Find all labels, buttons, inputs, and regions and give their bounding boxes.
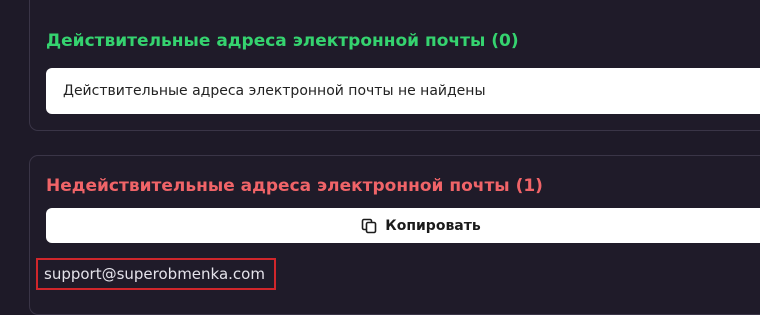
invalid-emails-panel: Недействительные адреса электронной почт… [29,155,760,315]
copy-button-content: Копировать [361,217,481,234]
invalid-email-item[interactable]: support@superobmenka.com [36,258,276,290]
copy-button-label: Копировать [385,217,481,234]
copy-button[interactable]: Копировать [46,208,760,243]
copy-icon [361,218,377,234]
valid-emails-empty-message: Действительные адреса электронной почты … [46,68,760,114]
valid-emails-panel: Действительные адреса электронной почты … [29,0,760,131]
valid-emails-title: Действительные адреса электронной почты … [46,31,519,51]
invalid-emails-title: Недействительные адреса электронной почт… [46,176,543,196]
